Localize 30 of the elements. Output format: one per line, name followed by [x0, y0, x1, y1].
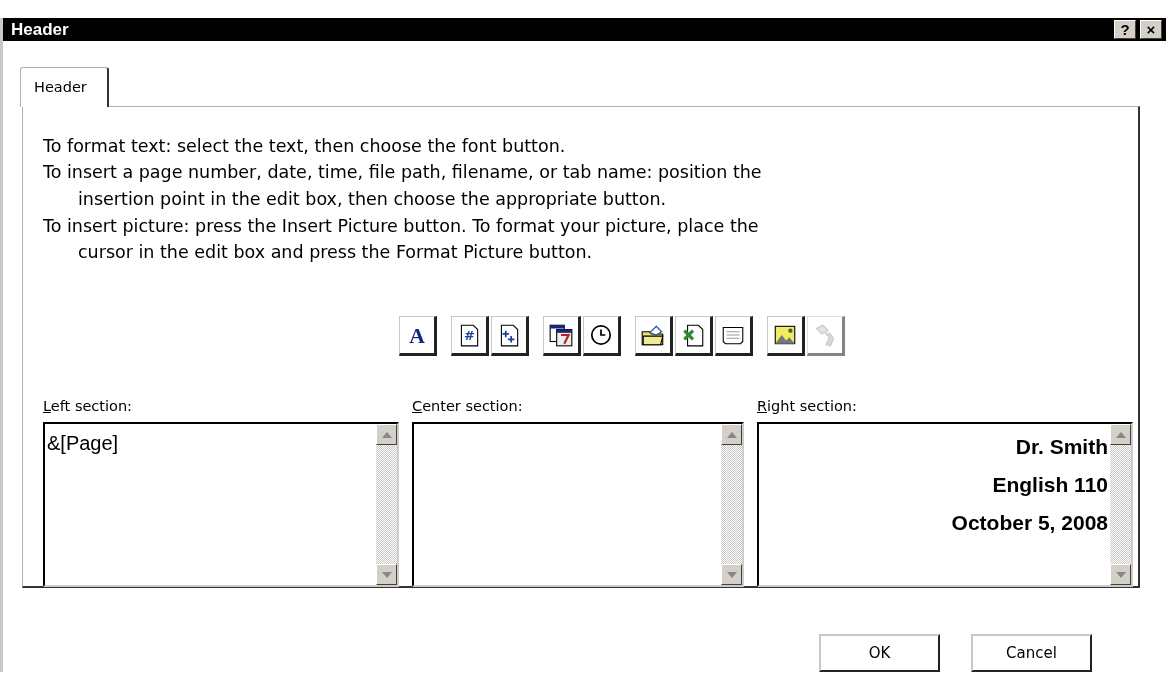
- toolbar-button[interactable]: [635, 315, 673, 356]
- section-edit-box[interactable]: [412, 422, 744, 588]
- tab[interactable]: Header: [20, 67, 109, 107]
- hash-glyph: #: [464, 328, 475, 344]
- toolbar-button[interactable]: [715, 315, 753, 356]
- cancel-button[interactable]: Cancel: [971, 633, 1092, 672]
- toolbar-button[interactable]: [675, 315, 713, 356]
- window-title: Header: [11, 19, 69, 41]
- instruction-text: To insert picture: press the Insert Picture button. To format your picture, place the cursor in the edit box and press the Format Picture button.: [43, 214, 760, 265]
- help-button[interactable]: ?: [1114, 20, 1136, 39]
- instruction-text: To format text: select the text, then choose the font button.: [43, 134, 567, 158]
- header-text: &[Page]: [47, 431, 120, 457]
- section-label: Right section:: [757, 396, 858, 416]
- header-text: English 110: [991, 472, 1108, 499]
- toolbar-button[interactable]: [543, 315, 581, 356]
- header-text: October 5, 2008: [950, 510, 1108, 537]
- toolbar-button[interactable]: [491, 315, 529, 356]
- instruction-text: To insert a page number, date, time, file path, filename, or tab name: position the insertion point in the edit box, then choose the appropriate button.: [43, 161, 763, 211]
- ok-button[interactable]: OK: [819, 633, 940, 672]
- section-label: Center section:: [412, 396, 524, 416]
- toolbar-button[interactable]: [767, 315, 805, 356]
- header-text: Dr. Smith: [1014, 434, 1108, 461]
- font-glyph: A: [409, 323, 425, 348]
- section-edit-box[interactable]: Dr. Smith English 110 October 5, 2008: [757, 422, 1133, 588]
- toolbar-button[interactable]: #: [451, 315, 489, 356]
- toolbar-button[interactable]: A: [399, 315, 437, 356]
- close-button[interactable]: ×: [1140, 20, 1162, 39]
- toolbar-button[interactable]: [583, 315, 621, 356]
- section-label: Left section:: [43, 396, 133, 416]
- section-edit-box[interactable]: &[Page]: [43, 422, 399, 588]
